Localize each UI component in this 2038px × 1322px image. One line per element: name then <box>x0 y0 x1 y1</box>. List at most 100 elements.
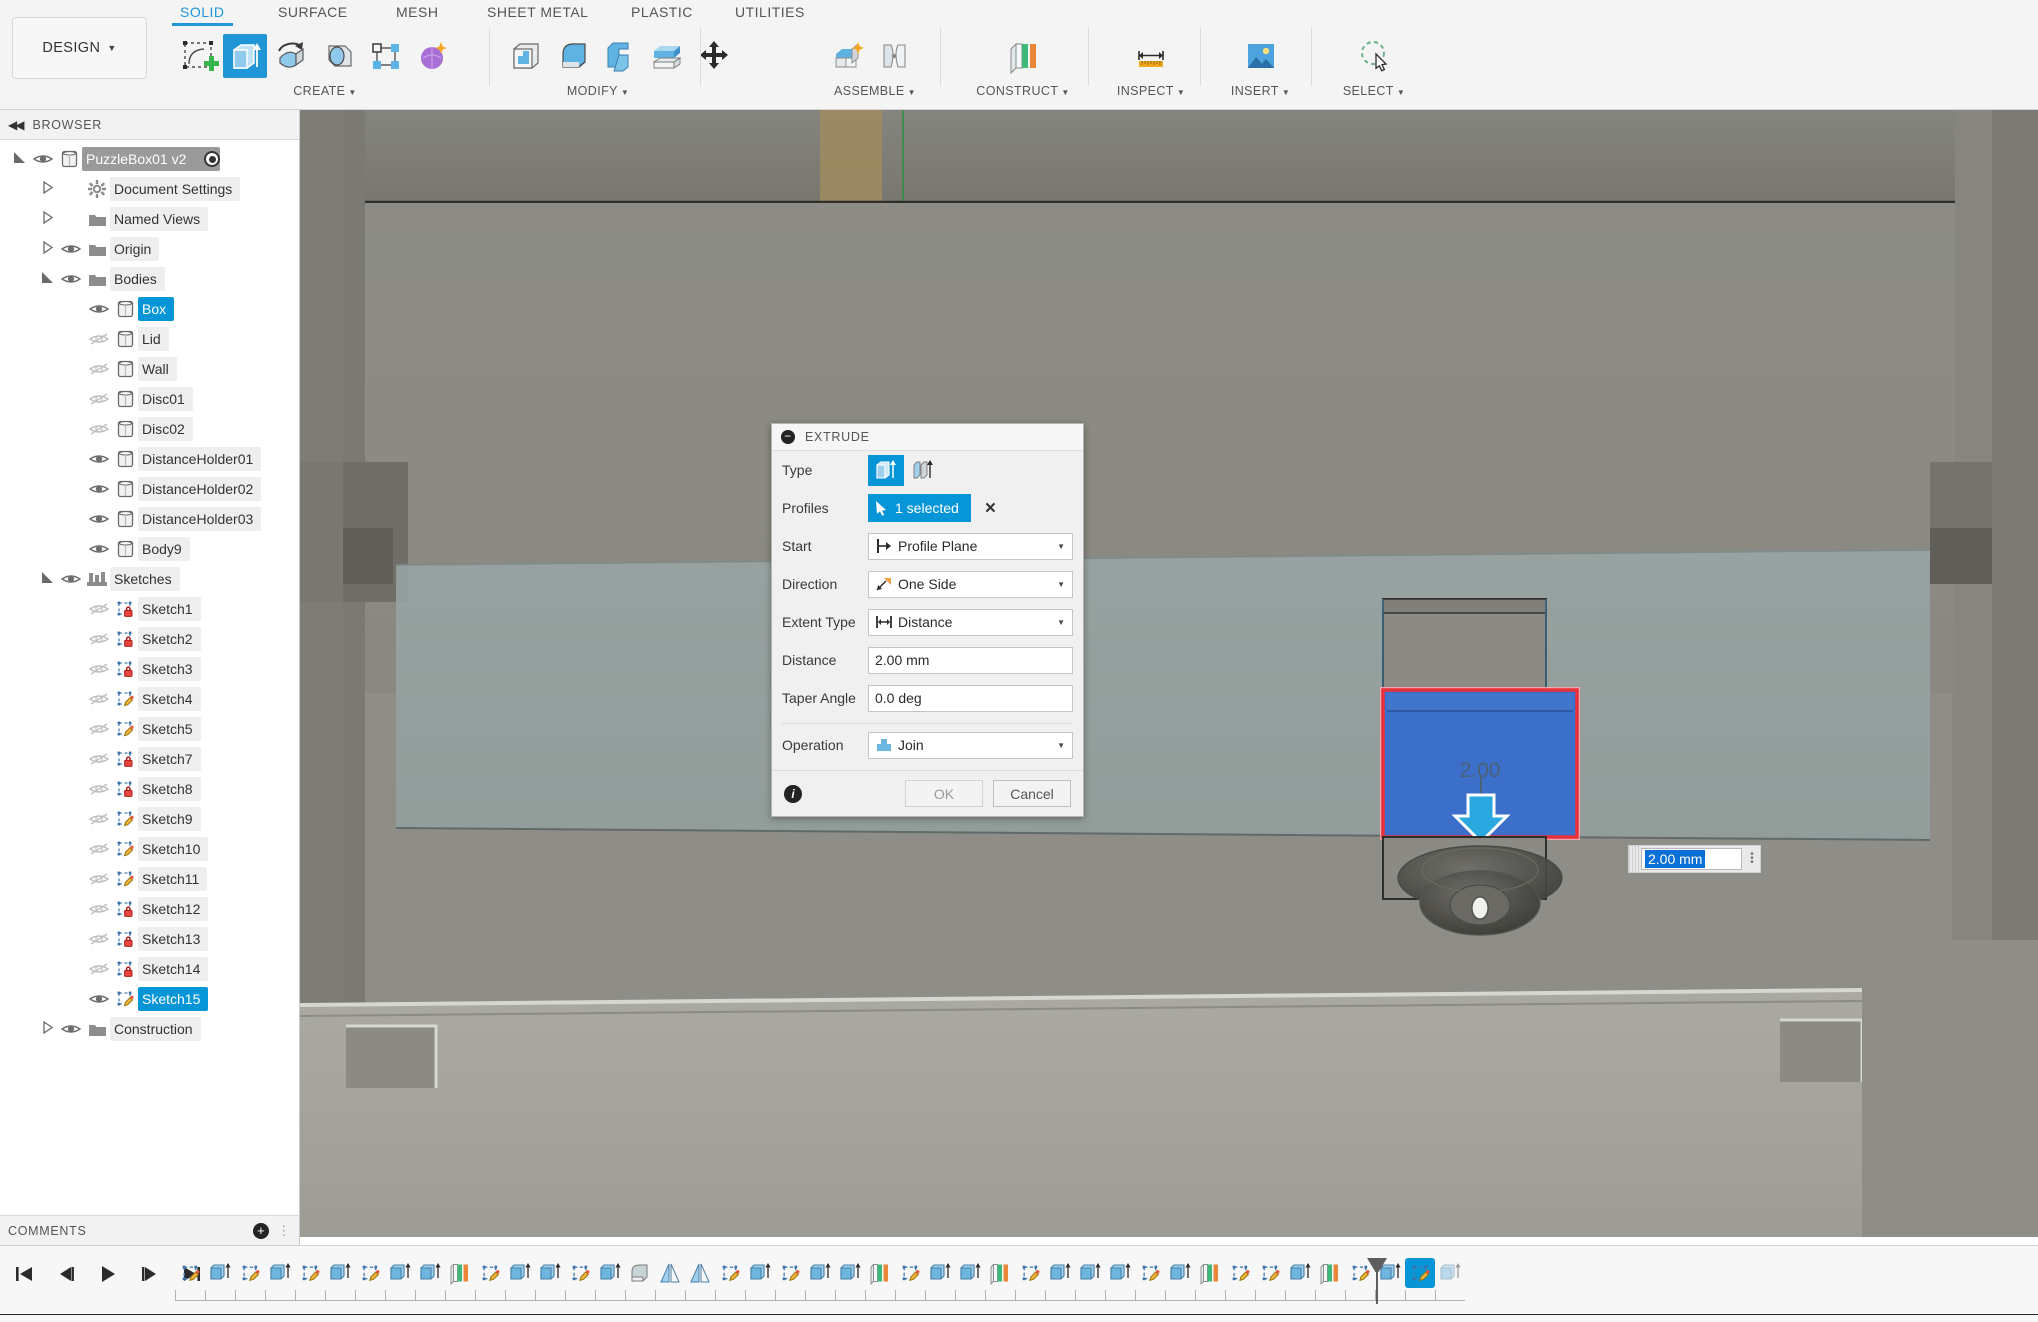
tab-sheet-metal[interactable]: SHEET METAL <box>487 4 588 20</box>
eye-hidden-icon[interactable] <box>86 842 112 856</box>
eye-hidden-icon[interactable] <box>86 872 112 886</box>
timeline-feature[interactable] <box>835 1258 865 1301</box>
assemble-group-label[interactable]: ASSEMBLE ▼ <box>820 84 930 98</box>
tree-item-distanceholder03[interactable]: DistanceHolder03 <box>0 504 299 534</box>
timeline-feature[interactable] <box>325 1258 355 1301</box>
comments-panel[interactable]: COMMENTS + ⋮ <box>0 1215 300 1245</box>
eye-hidden-icon[interactable] <box>86 392 112 406</box>
thin-extrude-icon[interactable] <box>904 455 940 486</box>
eye-visible-icon[interactable] <box>58 1022 84 1036</box>
tab-surface[interactable]: SURFACE <box>278 4 348 20</box>
timeline-feature[interactable] <box>1435 1258 1465 1301</box>
tab-solid[interactable]: SOLID <box>172 4 232 26</box>
panel-grip[interactable]: ⋮ <box>277 1223 291 1239</box>
shell-icon[interactable] <box>598 34 642 78</box>
tree-item-sketch12[interactable]: Sketch12 <box>0 894 299 924</box>
timeline-feature[interactable] <box>1015 1258 1045 1301</box>
eye-hidden-icon[interactable] <box>86 662 112 676</box>
tree-item-box[interactable]: Box <box>0 294 299 324</box>
tree-item-bodies[interactable]: Bodies <box>0 264 299 294</box>
browser-tree[interactable]: PuzzleBox01 v2 Document Settings Named Vie… <box>0 140 299 1237</box>
eye-visible-icon[interactable] <box>58 242 84 256</box>
info-icon[interactable]: i <box>784 784 802 803</box>
tree-item-sketch7[interactable]: Sketch7 <box>0 744 299 774</box>
timeline-feature[interactable] <box>895 1258 925 1301</box>
timeline-feature[interactable] <box>265 1258 295 1301</box>
timeline-marker[interactable] <box>1376 1258 1378 1304</box>
timeline-features[interactable] <box>175 1258 1465 1301</box>
timeline-feature[interactable] <box>1195 1258 1225 1301</box>
tab-mesh[interactable]: MESH <box>396 4 438 20</box>
pattern-icon[interactable] <box>364 34 408 78</box>
timeline-feature[interactable] <box>625 1258 655 1301</box>
timeline-feature[interactable] <box>985 1258 1015 1301</box>
3d-viewport[interactable]: 2.00 − EXTRUDE Type Profiles 1 selected … <box>300 110 2038 1237</box>
profiles-select-button[interactable]: 1 selected <box>868 494 971 522</box>
timeline-feature[interactable] <box>655 1258 685 1301</box>
timeline-feature[interactable] <box>175 1258 205 1301</box>
extrude-icon[interactable] <box>223 34 267 78</box>
new-sketch-icon[interactable] <box>176 34 220 78</box>
chevron-expanded-icon[interactable] <box>8 151 30 167</box>
eye-hidden-icon[interactable] <box>86 932 112 946</box>
eye-visible-icon[interactable] <box>58 272 84 286</box>
tab-utilities[interactable]: UTILITIES <box>735 4 805 20</box>
create-form-icon[interactable] <box>411 34 455 78</box>
timeline-feature[interactable] <box>1075 1258 1105 1301</box>
eye-hidden-icon[interactable] <box>86 902 112 916</box>
timeline-feature[interactable] <box>775 1258 805 1301</box>
timeline-feature[interactable] <box>415 1258 445 1301</box>
tree-item-sketch13[interactable]: Sketch13 <box>0 924 299 954</box>
insert-group-label[interactable]: INSERT ▼ <box>1208 84 1313 98</box>
timeline-feature[interactable] <box>295 1258 325 1301</box>
chevron-expanded-icon[interactable] <box>36 571 58 587</box>
timeline-feature[interactable] <box>535 1258 565 1301</box>
revolve-icon[interactable] <box>270 34 314 78</box>
drag-grip[interactable] <box>1629 846 1639 872</box>
timeline-feature[interactable] <box>805 1258 835 1301</box>
create-group-label[interactable]: CREATE ▼ <box>170 84 480 98</box>
workspace-selector[interactable]: DESIGN ▼ <box>12 17 147 79</box>
fillet-icon[interactable] <box>551 34 595 78</box>
cancel-button[interactable]: Cancel <box>993 780 1071 807</box>
tree-item-document-settings[interactable]: Document Settings <box>0 174 299 204</box>
eye-hidden-icon[interactable] <box>86 692 112 706</box>
joint-icon[interactable] <box>873 34 917 78</box>
tree-item-sketch15[interactable]: Sketch15 <box>0 984 299 1014</box>
timeline-feature[interactable] <box>385 1258 415 1301</box>
modify-group-label[interactable]: MODIFY ▼ <box>498 84 698 98</box>
eye-visible-icon[interactable] <box>86 302 112 316</box>
tree-item-sketch4[interactable]: Sketch4 <box>0 684 299 714</box>
tree-item-sketch9[interactable]: Sketch9 <box>0 804 299 834</box>
tree-item-sketch14[interactable]: Sketch14 <box>0 954 299 984</box>
timeline-feature[interactable] <box>505 1258 535 1301</box>
eye-visible-icon[interactable] <box>86 482 112 496</box>
eye-hidden-icon[interactable] <box>86 812 112 826</box>
distance-input[interactable]: 2.00 mm <box>868 646 1073 674</box>
extent-type-select[interactable]: Distance ▼ <box>868 608 1073 636</box>
play-icon[interactable] <box>94 1260 122 1288</box>
tree-item-sketch3[interactable]: Sketch3 <box>0 654 299 684</box>
tree-item-sketch11[interactable]: Sketch11 <box>0 864 299 894</box>
chevron-collapsed-icon[interactable] <box>36 240 58 257</box>
timeline-feature[interactable] <box>1165 1258 1195 1301</box>
timeline-feature[interactable] <box>865 1258 895 1301</box>
eye-hidden-icon[interactable] <box>86 632 112 646</box>
tree-item-body9[interactable]: Body9 <box>0 534 299 564</box>
timeline-feature[interactable] <box>1285 1258 1315 1301</box>
timeline-feature[interactable] <box>745 1258 775 1301</box>
eye-visible-icon[interactable] <box>86 452 112 466</box>
eye-hidden-icon[interactable] <box>86 422 112 436</box>
tree-item-wall[interactable]: Wall <box>0 354 299 384</box>
timeline-feature[interactable] <box>565 1258 595 1301</box>
timeline-feature[interactable] <box>235 1258 265 1301</box>
timeline-feature[interactable] <box>685 1258 715 1301</box>
tree-item-lid[interactable]: Lid <box>0 324 299 354</box>
tab-plastic[interactable]: PLASTIC <box>631 4 693 20</box>
dimension-field[interactable]: 2.00 mm <box>1641 848 1742 870</box>
timeline-feature[interactable] <box>1225 1258 1255 1301</box>
press-pull-icon[interactable] <box>504 34 548 78</box>
ok-button[interactable]: OK <box>905 780 983 807</box>
dimension-input-box[interactable]: 2.00 mm • • • <box>1628 845 1761 873</box>
operation-select[interactable]: Join ▼ <box>868 731 1073 759</box>
